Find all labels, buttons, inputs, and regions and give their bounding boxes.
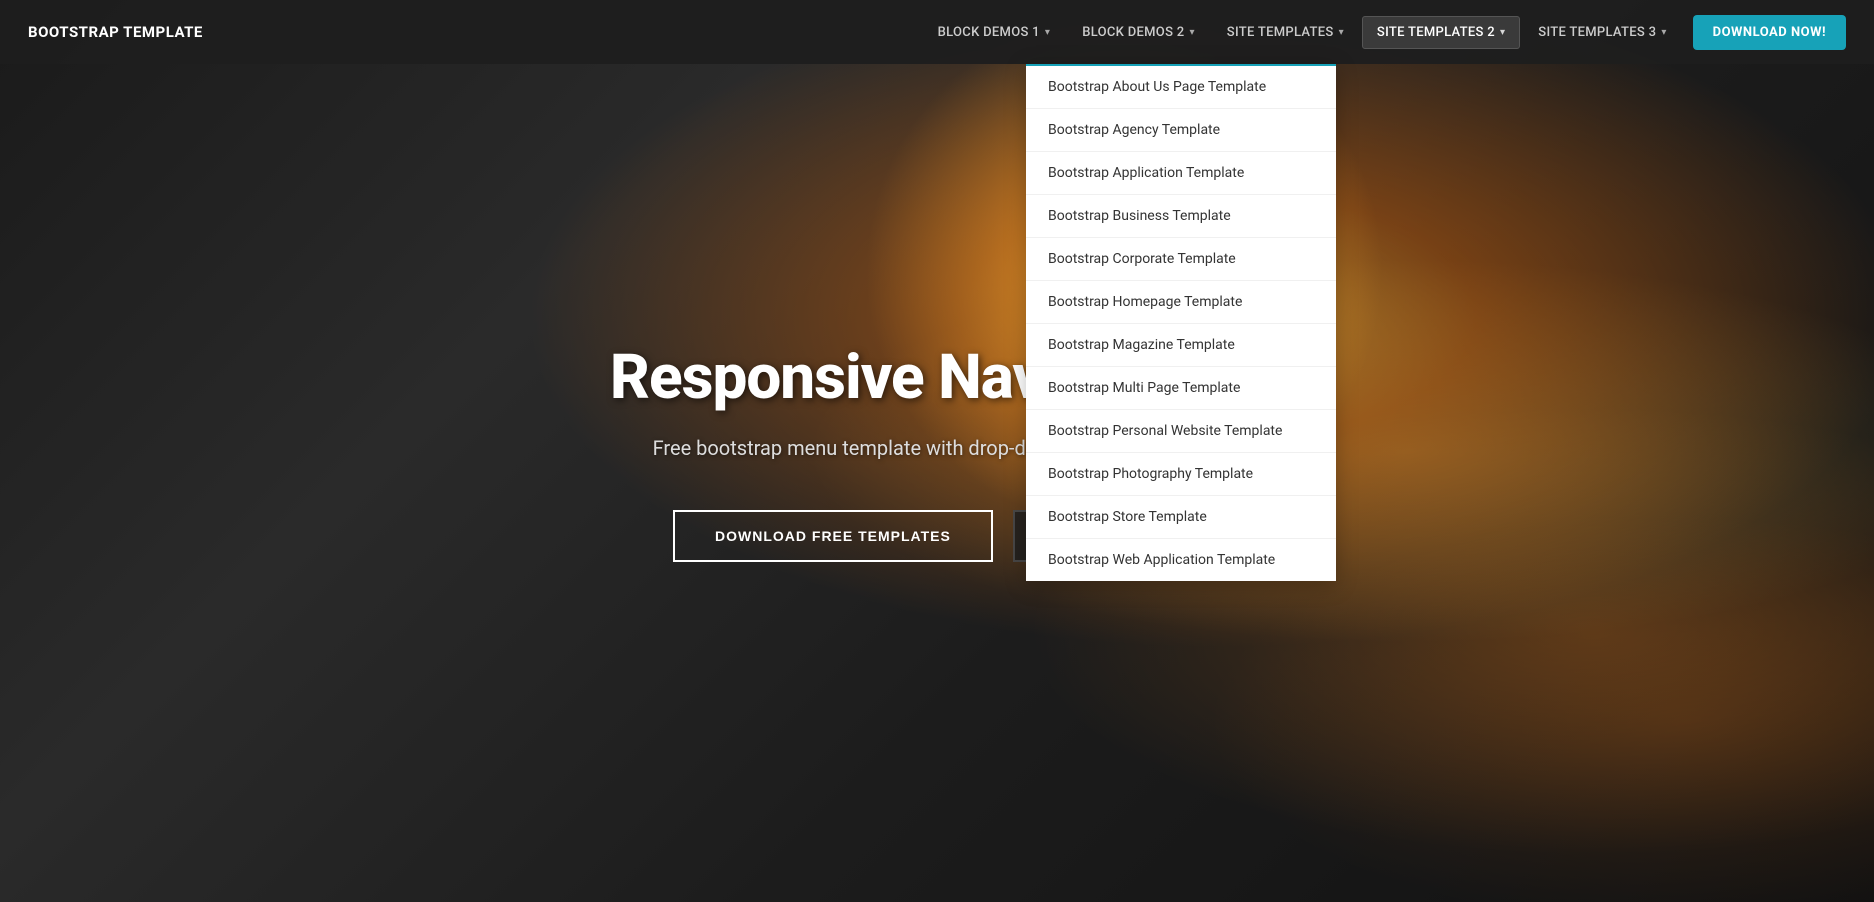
dropdown-item-magazine[interactable]: Bootstrap Magazine Template <box>1026 324 1336 367</box>
dropdown-item-photography[interactable]: Bootstrap Photography Template <box>1026 453 1336 496</box>
dropdown-item-personal-website[interactable]: Bootstrap Personal Website Template <box>1026 410 1336 453</box>
chevron-down-icon: ▾ <box>1189 27 1194 38</box>
download-now-button[interactable]: DOWNLOAD NOW! <box>1693 15 1846 50</box>
chevron-down-icon: ▾ <box>1045 27 1050 38</box>
dropdown-item-corporate[interactable]: Bootstrap Corporate Template <box>1026 238 1336 281</box>
dropdown-item-homepage[interactable]: Bootstrap Homepage Template <box>1026 281 1336 324</box>
nav-brand: BOOTSTRAP TEMPLATE <box>28 23 203 41</box>
dropdown-item-application[interactable]: Bootstrap Application Template <box>1026 152 1336 195</box>
navbar: BOOTSTRAP TEMPLATE BLOCK DEMOS 1 ▾ BLOCK… <box>0 0 1874 64</box>
nav-item-site-templates[interactable]: SITE TEMPLATES ▾ <box>1213 17 1358 48</box>
hero-section: Responsive Navbar Tem Free bootstrap men… <box>0 64 1874 902</box>
nav-item-site-templates-3[interactable]: SITE TEMPLATES 3 ▾ <box>1524 17 1680 48</box>
chevron-down-icon: ▾ <box>1500 27 1505 38</box>
dropdown-item-store[interactable]: Bootstrap Store Template <box>1026 496 1336 539</box>
dropdown-item-business[interactable]: Bootstrap Business Template <box>1026 195 1336 238</box>
dropdown-item-agency[interactable]: Bootstrap Agency Template <box>1026 109 1336 152</box>
nav-item-block-demos-1[interactable]: BLOCK DEMOS 1 ▾ <box>924 17 1065 48</box>
nav-item-site-templates-2[interactable]: SITE TEMPLATES 2 ▾ <box>1362 16 1520 49</box>
chevron-down-icon: ▾ <box>1661 27 1666 38</box>
site-templates-2-dropdown: Bootstrap About Us Page Template Bootstr… <box>1026 64 1336 581</box>
nav-item-block-demos-2[interactable]: BLOCK DEMOS 2 ▾ <box>1068 17 1209 48</box>
dropdown-item-about-us[interactable]: Bootstrap About Us Page Template <box>1026 66 1336 109</box>
dropdown-item-multi-page[interactable]: Bootstrap Multi Page Template <box>1026 367 1336 410</box>
chevron-down-icon: ▾ <box>1339 27 1344 38</box>
dropdown-item-web-application[interactable]: Bootstrap Web Application Template <box>1026 539 1336 581</box>
download-free-templates-button[interactable]: DOWNLOAD FREE TEMPLATES <box>673 510 993 562</box>
nav-items: BLOCK DEMOS 1 ▾ BLOCK DEMOS 2 ▾ SITE TEM… <box>924 15 1846 50</box>
